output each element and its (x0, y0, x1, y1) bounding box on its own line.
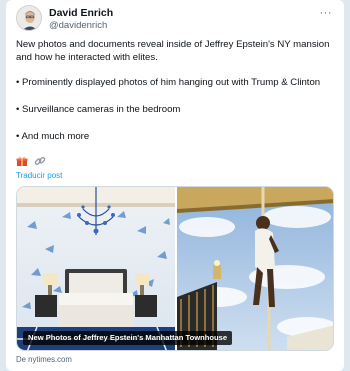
tweet-header: David Enrich @davidenrich ··· (16, 5, 334, 35)
author-name[interactable]: David Enrich (49, 7, 113, 19)
media-caption: New Photos of Jeffrey Epstein's Manhatta… (23, 331, 233, 345)
post-paragraph-4: • And much more (16, 131, 90, 142)
bedroom-photo[interactable] (17, 187, 175, 350)
more-options-icon[interactable]: ··· (320, 7, 333, 19)
link-source[interactable]: De nytimes.com (16, 355, 72, 364)
avatar[interactable] (16, 5, 42, 31)
emoji-row (16, 154, 46, 168)
tweet-card[interactable]: David Enrich @davidenrich ··· New photos… (6, 0, 344, 371)
post-paragraph-2: • Prominently displayed photos of him ha… (16, 77, 321, 88)
post-paragraph-3: • Surveillance cameras in the bedroom (16, 104, 181, 115)
post-paragraph-1: New photos and documents reveal inside o… (16, 39, 330, 64)
gift-icon (16, 154, 28, 172)
staircase-figure-photo[interactable] (177, 187, 333, 350)
media-card[interactable]: New Photos of Jeffrey Epstein's Manhatta… (16, 186, 334, 351)
translate-post-link[interactable]: Traducir post (16, 171, 62, 180)
author-handle[interactable]: @davidenrich (49, 20, 107, 31)
link-icon (34, 154, 46, 172)
